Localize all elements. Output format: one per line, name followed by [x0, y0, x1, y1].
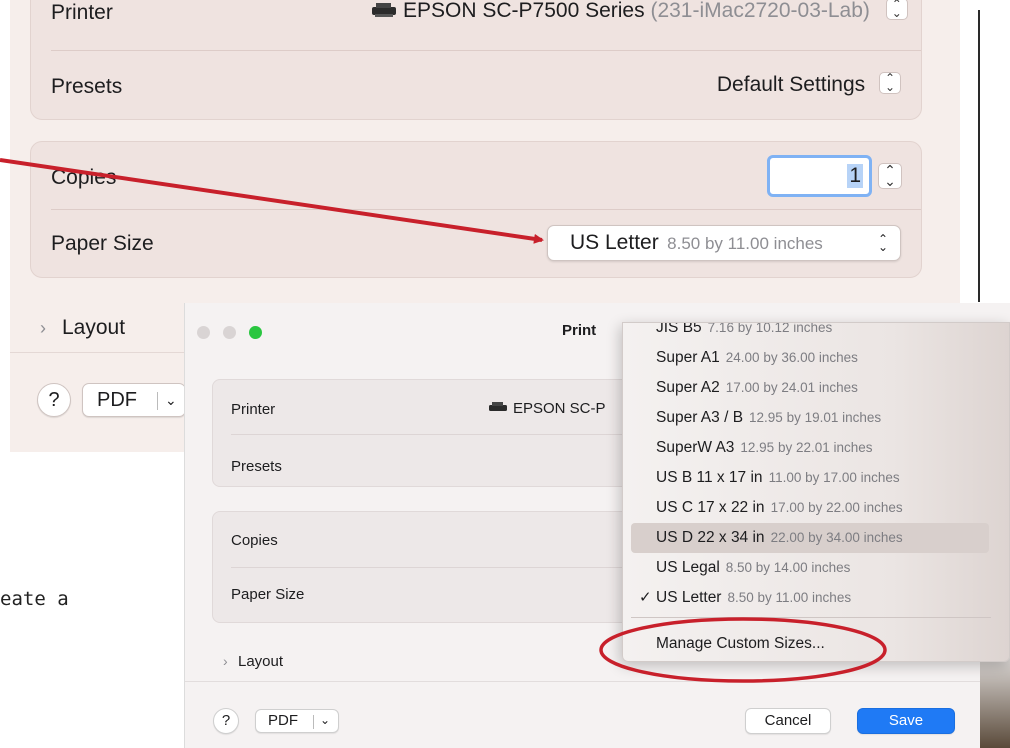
menu-item-name: US B 11 x 17 in [656, 469, 763, 486]
menu-item-name: US Legal [656, 559, 720, 576]
menu-item-us-d[interactable]: US D 22 x 34 in 22.00 by 34.00 inches [631, 523, 989, 553]
divider [51, 50, 921, 51]
menu-item-super-a1[interactable]: Super A1 24.00 by 36.00 inches [631, 343, 989, 373]
divider [51, 209, 921, 210]
presets-label: Presets [231, 458, 282, 475]
printer-host: (231-iMac2720-03-Lab) [650, 0, 870, 22]
paper-size-value: US Letter [570, 231, 659, 254]
menu-separator [631, 617, 991, 618]
menu-item-super-a3-b[interactable]: Super A3 / B 12.95 by 19.01 inches [631, 403, 989, 433]
menu-item-jis-b5[interactable]: JIS B5 7.16 by 10.12 inches [631, 322, 989, 343]
presets-popup[interactable]: Default Settings ⌃ ⌄ [717, 72, 901, 97]
copies-label: Copies [231, 532, 278, 549]
close-window-button[interactable] [197, 326, 210, 339]
menu-item-dims: 11.00 by 17.00 inches [768, 470, 900, 485]
menu-item-name: Super A2 [656, 379, 720, 396]
presets-label: Presets [51, 75, 123, 98]
checkmark-icon: ✓ [639, 589, 652, 606]
printer-popup[interactable]: EPSON SC-P [488, 400, 606, 417]
caption-text: eate a [0, 588, 69, 610]
menu-item-us-c[interactable]: US C 17 x 22 in 17.00 by 22.00 inches [631, 493, 989, 523]
presets-value: Default Settings [716, 73, 866, 96]
paper-size-popup[interactable]: US Letter 8.50 by 11.00 inches ⌃ ⌄ [547, 225, 901, 261]
paper-size-label: Paper Size [51, 232, 154, 255]
layout-disclosure[interactable]: Layout [238, 653, 283, 670]
menu-item-dims: 8.50 by 11.00 inches [727, 590, 852, 605]
copies-value: 1 [847, 164, 863, 188]
menu-item-name: US D 22 x 34 in [656, 529, 765, 546]
help-button[interactable]: ? [37, 383, 71, 417]
menu-item-dims: 12.95 by 22.01 inches [740, 440, 873, 455]
menu-item-name: Super A3 / B [656, 409, 744, 426]
menu-item-dims: 12.95 by 19.01 inches [749, 410, 882, 425]
printer-value: EPSON SC-P7500 Series [403, 0, 645, 22]
window-edge [978, 10, 980, 302]
menu-item-super-a2[interactable]: Super A2 17.00 by 24.01 inches [631, 373, 989, 403]
pdf-label: PDF [97, 389, 137, 411]
menu-item-dims: 22.00 by 34.00 inches [770, 530, 903, 545]
menu-item-us-b[interactable]: US B 11 x 17 in 11.00 by 17.00 inches [631, 463, 989, 493]
stepper-icon: ⌃ ⌄ [877, 232, 888, 254]
cancel-label: Cancel [764, 712, 812, 729]
menu-item-superw-a3[interactable]: SuperW A3 12.95 by 22.01 inches [631, 433, 989, 463]
pdf-divider [157, 392, 158, 410]
menu-item-name: SuperW A3 [656, 439, 735, 456]
printer-label: Printer [231, 401, 276, 418]
printer-value: EPSON SC-P [513, 400, 606, 417]
menu-item-dims: 8.50 by 14.00 inches [725, 560, 851, 575]
help-label: ? [48, 389, 60, 411]
cancel-button[interactable]: Cancel [745, 708, 831, 734]
zoomed-printer-presets-group: Printer EPSON SC-P7500 Series (231-iMac2… [30, 0, 922, 120]
copies-label: Copies [51, 166, 117, 189]
save-label: Save [888, 712, 924, 729]
chevron-down-icon: ⌄ [165, 392, 177, 408]
pdf-divider [313, 715, 314, 729]
zoom-window-button[interactable] [249, 326, 262, 339]
menu-item-dims: 17.00 by 24.01 inches [725, 380, 858, 395]
copies-field[interactable]: 1 [767, 155, 872, 197]
pdf-label: PDF [268, 712, 298, 729]
menu-item-dims: 17.00 by 22.00 inches [770, 500, 903, 515]
save-button[interactable]: Save [857, 708, 955, 734]
pdf-menu-button[interactable]: PDF ⌄ [82, 383, 186, 417]
stepper-icon: ⌃ ⌄ [885, 0, 908, 20]
menu-item-us-letter[interactable]: ✓ US Letter 8.50 by 11.00 inches [631, 583, 989, 613]
chevron-down-icon: ⌄ [320, 713, 331, 727]
dialog-title: Print [562, 322, 597, 339]
printer-icon [371, 0, 397, 17]
paper-size-dims: 8.50 by 11.00 inches [667, 234, 823, 253]
menu-item-name: Super A1 [656, 349, 720, 366]
manage-custom-sizes-item[interactable]: Manage Custom Sizes... [631, 629, 989, 659]
footer-divider [185, 681, 1010, 682]
printer-label: Printer [51, 1, 113, 24]
layout-disclosure[interactable]: Layout [62, 316, 125, 340]
menu-item-name: US Letter [656, 589, 722, 606]
paper-size-menu[interactable]: JIS B5 7.16 by 10.12 inches Super A1 24.00… [622, 322, 1010, 662]
help-button[interactable]: ? [213, 708, 239, 734]
menu-item-name: JIS B5 [656, 322, 702, 336]
paper-size-label: Paper Size [231, 586, 305, 603]
menu-item-name: US C 17 x 22 in [656, 499, 765, 516]
menu-item-name: Manage Custom Sizes... [656, 635, 825, 652]
help-label: ? [221, 712, 231, 729]
minimize-window-button[interactable] [223, 326, 236, 339]
copies-stepper[interactable]: ⌃ ⌄ [878, 163, 902, 189]
chevron-right-icon: › [40, 318, 46, 338]
menu-item-dims: 7.16 by 10.12 inches [707, 322, 833, 335]
chevron-right-icon: › [223, 653, 228, 669]
printer-popup[interactable]: EPSON SC-P7500 Series (231-iMac2720-03-L… [371, 0, 908, 23]
menu-item-dims: 24.00 by 36.00 inches [725, 350, 858, 365]
stepper-icon: ⌃ ⌄ [879, 72, 901, 94]
pdf-menu-button[interactable]: PDF ⌄ [255, 709, 339, 733]
printer-icon [488, 400, 508, 412]
menu-item-us-legal[interactable]: US Legal 8.50 by 14.00 inches [631, 553, 989, 583]
